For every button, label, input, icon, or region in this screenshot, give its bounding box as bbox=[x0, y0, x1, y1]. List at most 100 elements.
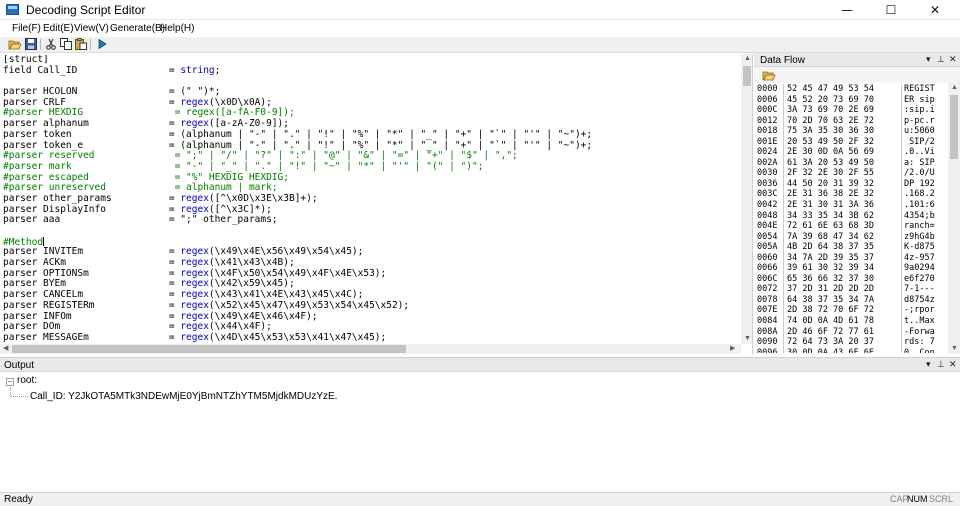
hex-row[interactable]: 0060 34 7A 2D 39 35 37 4z-957 bbox=[757, 252, 945, 264]
code-comment: #parser unreserved = alphanum | mark; bbox=[3, 182, 278, 194]
code-text: (\x0D\x0A); bbox=[208, 96, 272, 108]
script-editor[interactable]: [struct] field Call_ID = string; parser HC… bbox=[0, 54, 753, 354]
hex-row[interactable]: 0030 2F 32 2E 30 2F 55/2.0/U bbox=[757, 168, 945, 179]
hex-row[interactable]: 0066 39 61 30 32 39 34 9a0294 bbox=[757, 263, 945, 274]
open-file-icon[interactable] bbox=[762, 69, 776, 84]
hex-view[interactable]: 0000 52 45 47 49 53 54 REGIST 0006 45 52 20 … bbox=[757, 84, 945, 353]
text-cursor bbox=[43, 236, 45, 246]
code-text: parser aaa = ";" other_params; bbox=[3, 214, 278, 226]
tree-collapse-icon[interactable]: − bbox=[6, 378, 14, 386]
hex-row[interactable]: 001E 20 53 49 50 2F 32 SIP/2 bbox=[757, 136, 945, 148]
hex-bytes: 72 61 6E 63 68 3D bbox=[783, 221, 902, 232]
hex-row[interactable]: 0042 2E 31 30 31 3A 36.101:6 bbox=[757, 200, 945, 211]
hex-row[interactable]: 0084 74 0D 0A 4D 61 78 t..Max bbox=[757, 316, 945, 327]
hex-ascii: 4z-957 bbox=[904, 252, 935, 263]
maximize-button[interactable]: ☐ bbox=[869, 0, 913, 20]
hex-row[interactable]: 0012 70 2D 70 63 2E 72 p-pc.r bbox=[757, 115, 945, 127]
data-flow-scrollbar[interactable]: ▲ ▼ bbox=[948, 83, 960, 354]
scroll-down-icon[interactable]: ▼ bbox=[951, 344, 958, 354]
hex-row[interactable]: 004E 72 61 6E 63 68 3D ranch= bbox=[757, 221, 945, 232]
code-comment: #parser HEXDIG = regex([a-fA-F0-9]); bbox=[3, 107, 295, 119]
hex-bytes: 2E 30 0D 0A 56 69 bbox=[783, 147, 902, 158]
data-flow-scroll-thumb[interactable] bbox=[950, 95, 958, 159]
hex-bytes: 72 64 73 3A 20 37 bbox=[783, 337, 902, 348]
hex-ascii: :sip.i bbox=[904, 105, 935, 116]
tree-root-node[interactable]: root: bbox=[17, 375, 37, 386]
scroll-down-icon[interactable]: ▼ bbox=[744, 334, 751, 344]
code-text: (\x44\x4F); bbox=[208, 321, 272, 333]
cut-icon[interactable] bbox=[44, 38, 58, 51]
editor-vertical-scrollbar[interactable]: ▲ ▼ bbox=[741, 54, 752, 344]
hex-offset: 0096 bbox=[757, 347, 778, 353]
scroll-left-icon[interactable]: ◀ bbox=[3, 344, 8, 354]
tree-node-call-id[interactable]: Call_ID: Y2JkOTA5MTk3NDEwMjE0YjBmNTZhYTM… bbox=[30, 391, 337, 402]
code-comment: #parser escaped = "%" HEXDIG HEXDIG; bbox=[3, 171, 289, 183]
hex-row[interactable]: 0006 45 52 20 73 69 70 ER sip bbox=[757, 94, 945, 106]
menu-edit[interactable]: Edit(E) bbox=[43, 23, 74, 34]
pin-icon[interactable]: ⊥ bbox=[937, 54, 945, 66]
menu-generate[interactable]: Generate(B) bbox=[110, 23, 165, 34]
menu-view[interactable]: View(V) bbox=[74, 23, 109, 34]
hex-row[interactable]: 0054 7A 39 68 47 34 62 z9hG4b bbox=[757, 231, 945, 243]
hex-ascii: .0..Vi bbox=[904, 147, 935, 158]
menu-file[interactable]: File(F) bbox=[12, 23, 41, 34]
hex-row[interactable]: 0024 2E 30 0D 0A 56 69.0..Vi bbox=[757, 147, 945, 158]
run-icon[interactable] bbox=[95, 38, 109, 51]
menu-help[interactable]: Help(H) bbox=[160, 23, 194, 34]
hex-offset: 0018 bbox=[757, 126, 778, 137]
code-text: (\x43\x41\x4E\x43\x45\x4C); bbox=[208, 289, 364, 301]
editor-vertical-scroll-thumb[interactable] bbox=[743, 66, 751, 86]
panel-dropdown-icon[interactable]: ▾ bbox=[926, 359, 931, 371]
hex-offset: 008A bbox=[757, 326, 778, 337]
code-text: parser CANCELm = bbox=[3, 289, 181, 301]
code-area[interactable]: [struct] field Call_ID = string; parser HC… bbox=[3, 55, 739, 345]
editor-horizontal-scroll-thumb[interactable] bbox=[12, 345, 406, 353]
save-icon[interactable] bbox=[24, 38, 38, 51]
close-button[interactable]: ✕ bbox=[913, 0, 957, 20]
minimize-button[interactable]: — bbox=[825, 0, 869, 20]
hex-row[interactable]: 003C 2E 31 36 38 2E 32.168.2 bbox=[757, 189, 945, 201]
hex-row[interactable]: 0000 52 45 47 49 53 54 REGIST bbox=[757, 84, 945, 95]
hex-bytes: 37 2D 31 2D 2D 2D bbox=[783, 284, 902, 295]
copy-icon[interactable] bbox=[59, 38, 73, 51]
code-text: ([a-zA-Z0-9]); bbox=[208, 118, 289, 130]
hex-row[interactable]: 008A 2D 46 6F 72 77 61 -Forwa bbox=[757, 326, 945, 338]
hex-row[interactable]: 005A 4B 2D 64 38 37 35 K-d875 bbox=[757, 242, 945, 253]
hex-row[interactable]: 0048 34 33 35 34 3B 62 4354;b bbox=[757, 210, 945, 222]
hex-offset: 005A bbox=[757, 242, 778, 253]
hex-ascii: K-d875 bbox=[904, 242, 935, 253]
scroll-right-icon[interactable]: ▶ bbox=[730, 344, 735, 354]
open-icon[interactable] bbox=[8, 38, 22, 51]
pin-icon[interactable]: ⊥ bbox=[937, 359, 945, 371]
panel-close-icon[interactable]: ✕ bbox=[949, 54, 957, 66]
panel-dropdown-icon[interactable]: ▾ bbox=[926, 54, 931, 66]
hex-row[interactable]: 0018 75 3A 35 30 36 30 u:5060 bbox=[757, 126, 945, 137]
paste-icon[interactable] bbox=[74, 38, 88, 51]
hex-bytes: 34 7A 2D 39 35 37 bbox=[783, 252, 902, 264]
code-text: (\x4D\x45\x53\x53\x41\x47\x45); bbox=[208, 331, 387, 343]
panel-close-icon[interactable]: ✕ bbox=[949, 359, 957, 371]
code-text: parser INFOm = bbox=[3, 310, 181, 322]
hex-row[interactable]: 000C 3A 73 69 70 2E 69:sip.i bbox=[757, 105, 945, 116]
hex-row[interactable]: 007E 2D 38 72 70 6F 72 -;rpor bbox=[757, 305, 945, 317]
code-text: parser REGISTERm = bbox=[3, 299, 181, 311]
hex-row[interactable]: 0036 44 50 20 31 39 32 DP 192 bbox=[757, 178, 945, 190]
toolbar bbox=[0, 37, 960, 53]
scroll-up-icon[interactable]: ▲ bbox=[951, 83, 958, 93]
hex-offset: 0042 bbox=[757, 200, 778, 211]
hex-row[interactable]: 0078 64 38 37 35 34 7A d8754z bbox=[757, 294, 945, 306]
hex-row[interactable]: 0090 72 64 73 3A 20 37 rds: 7 bbox=[757, 337, 945, 348]
hex-bytes: 52 45 47 49 53 54 bbox=[783, 84, 902, 95]
code-text: ; bbox=[214, 64, 221, 76]
data-flow-header: Data Flow ▾ ⊥ ✕ bbox=[754, 53, 960, 67]
scroll-up-icon[interactable]: ▲ bbox=[744, 54, 751, 64]
hex-row[interactable]: 0072 37 2D 31 2D 2D 2D 7-1--- bbox=[757, 284, 945, 295]
hex-row[interactable]: 002A 61 3A 20 53 49 50 a: SIP bbox=[757, 157, 945, 169]
output-tree[interactable]: − root: Call_ID: Y2JkOTA5MTk3NDEwMjE0YjB… bbox=[0, 374, 960, 492]
code-text: (\x49\x4E\x46\x4F); bbox=[208, 310, 318, 322]
hex-row[interactable]: 006C 65 36 66 32 37 30 e6f270 bbox=[757, 273, 945, 285]
editor-horizontal-scrollbar[interactable]: ◀ ▶ bbox=[0, 344, 741, 354]
hex-row[interactable]: 0096 30 0D 0A 43 6F 6E 0..Con bbox=[757, 347, 945, 353]
hex-ascii: REGIST bbox=[904, 84, 935, 94]
hex-bytes: 7A 39 68 47 34 62 bbox=[783, 231, 902, 243]
